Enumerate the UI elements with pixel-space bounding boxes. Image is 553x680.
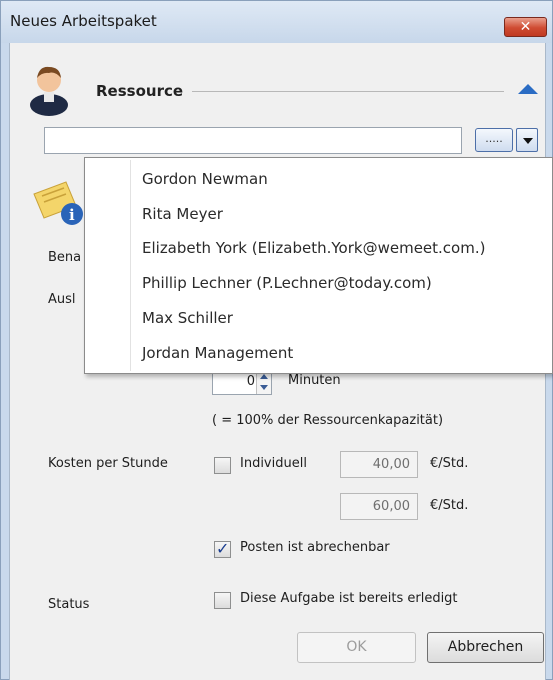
dropdown-item[interactable]: Gordon Newman bbox=[142, 170, 268, 188]
rate-default-field[interactable]: 60,00 bbox=[340, 493, 418, 520]
resource-input[interactable] bbox=[44, 127, 462, 154]
rate-individual-field[interactable]: 40,00 bbox=[340, 451, 418, 478]
duration-unit: Minuten bbox=[288, 373, 341, 388]
section-title-resource: Ressource bbox=[96, 82, 184, 100]
svg-text:i: i bbox=[69, 206, 75, 224]
ok-button[interactable]: OK bbox=[297, 632, 416, 663]
billable-label: Posten ist abrechenbar bbox=[240, 540, 390, 555]
label-status: Status bbox=[48, 597, 90, 612]
dropdown-item[interactable]: Elizabeth York (Elizabeth.York@wemeet.co… bbox=[142, 239, 485, 257]
stepper-arrows[interactable] bbox=[256, 371, 271, 394]
done-label: Diese Aufgabe ist bereits erledigt bbox=[240, 591, 458, 606]
close-button[interactable]: ✕ bbox=[504, 17, 547, 37]
collapse-arrow-icon[interactable] bbox=[518, 84, 538, 94]
label-bena: Bena bbox=[48, 250, 82, 265]
browse-button[interactable]: ..... bbox=[475, 128, 513, 152]
resource-dropdown-list: Gordon Newman Rita Meyer Elizabeth York … bbox=[84, 157, 553, 374]
done-checkbox[interactable] bbox=[214, 592, 231, 609]
capacity-note: ( = 100% der Ressourcenkapazität) bbox=[212, 413, 444, 428]
rate-unit-2: €/Std. bbox=[430, 498, 469, 513]
label-kosten: Kosten per Stunde bbox=[48, 456, 168, 471]
dropdown-item[interactable]: Rita Meyer bbox=[142, 205, 223, 223]
section-divider bbox=[192, 91, 504, 92]
label-ausl: Ausl bbox=[48, 292, 76, 307]
dropdown-toggle-button[interactable] bbox=[516, 128, 538, 152]
dropdown-gutter bbox=[130, 160, 131, 371]
cancel-button[interactable]: Abbrechen bbox=[427, 632, 544, 663]
duration-value: 0 bbox=[246, 374, 255, 389]
dropdown-item[interactable]: Max Schiller bbox=[142, 309, 233, 327]
individual-checkbox[interactable] bbox=[214, 457, 231, 474]
individual-label: Individuell bbox=[240, 456, 307, 471]
info-notepad-icon: i bbox=[33, 181, 83, 225]
window-title: Neues Arbeitspaket bbox=[10, 12, 157, 30]
rate-unit-1: €/Std. bbox=[430, 456, 469, 471]
dropdown-item[interactable]: Jordan Management bbox=[142, 344, 293, 362]
billable-checkbox[interactable] bbox=[214, 539, 231, 558]
stepper-up-icon[interactable] bbox=[260, 374, 268, 379]
person-icon bbox=[30, 66, 68, 116]
dropdown-item[interactable]: Phillip Lechner (P.Lechner@today.com) bbox=[142, 274, 432, 292]
stepper-down-icon[interactable] bbox=[260, 385, 268, 390]
title-bar[interactable]: Neues Arbeitspaket ✕ bbox=[1, 1, 552, 43]
